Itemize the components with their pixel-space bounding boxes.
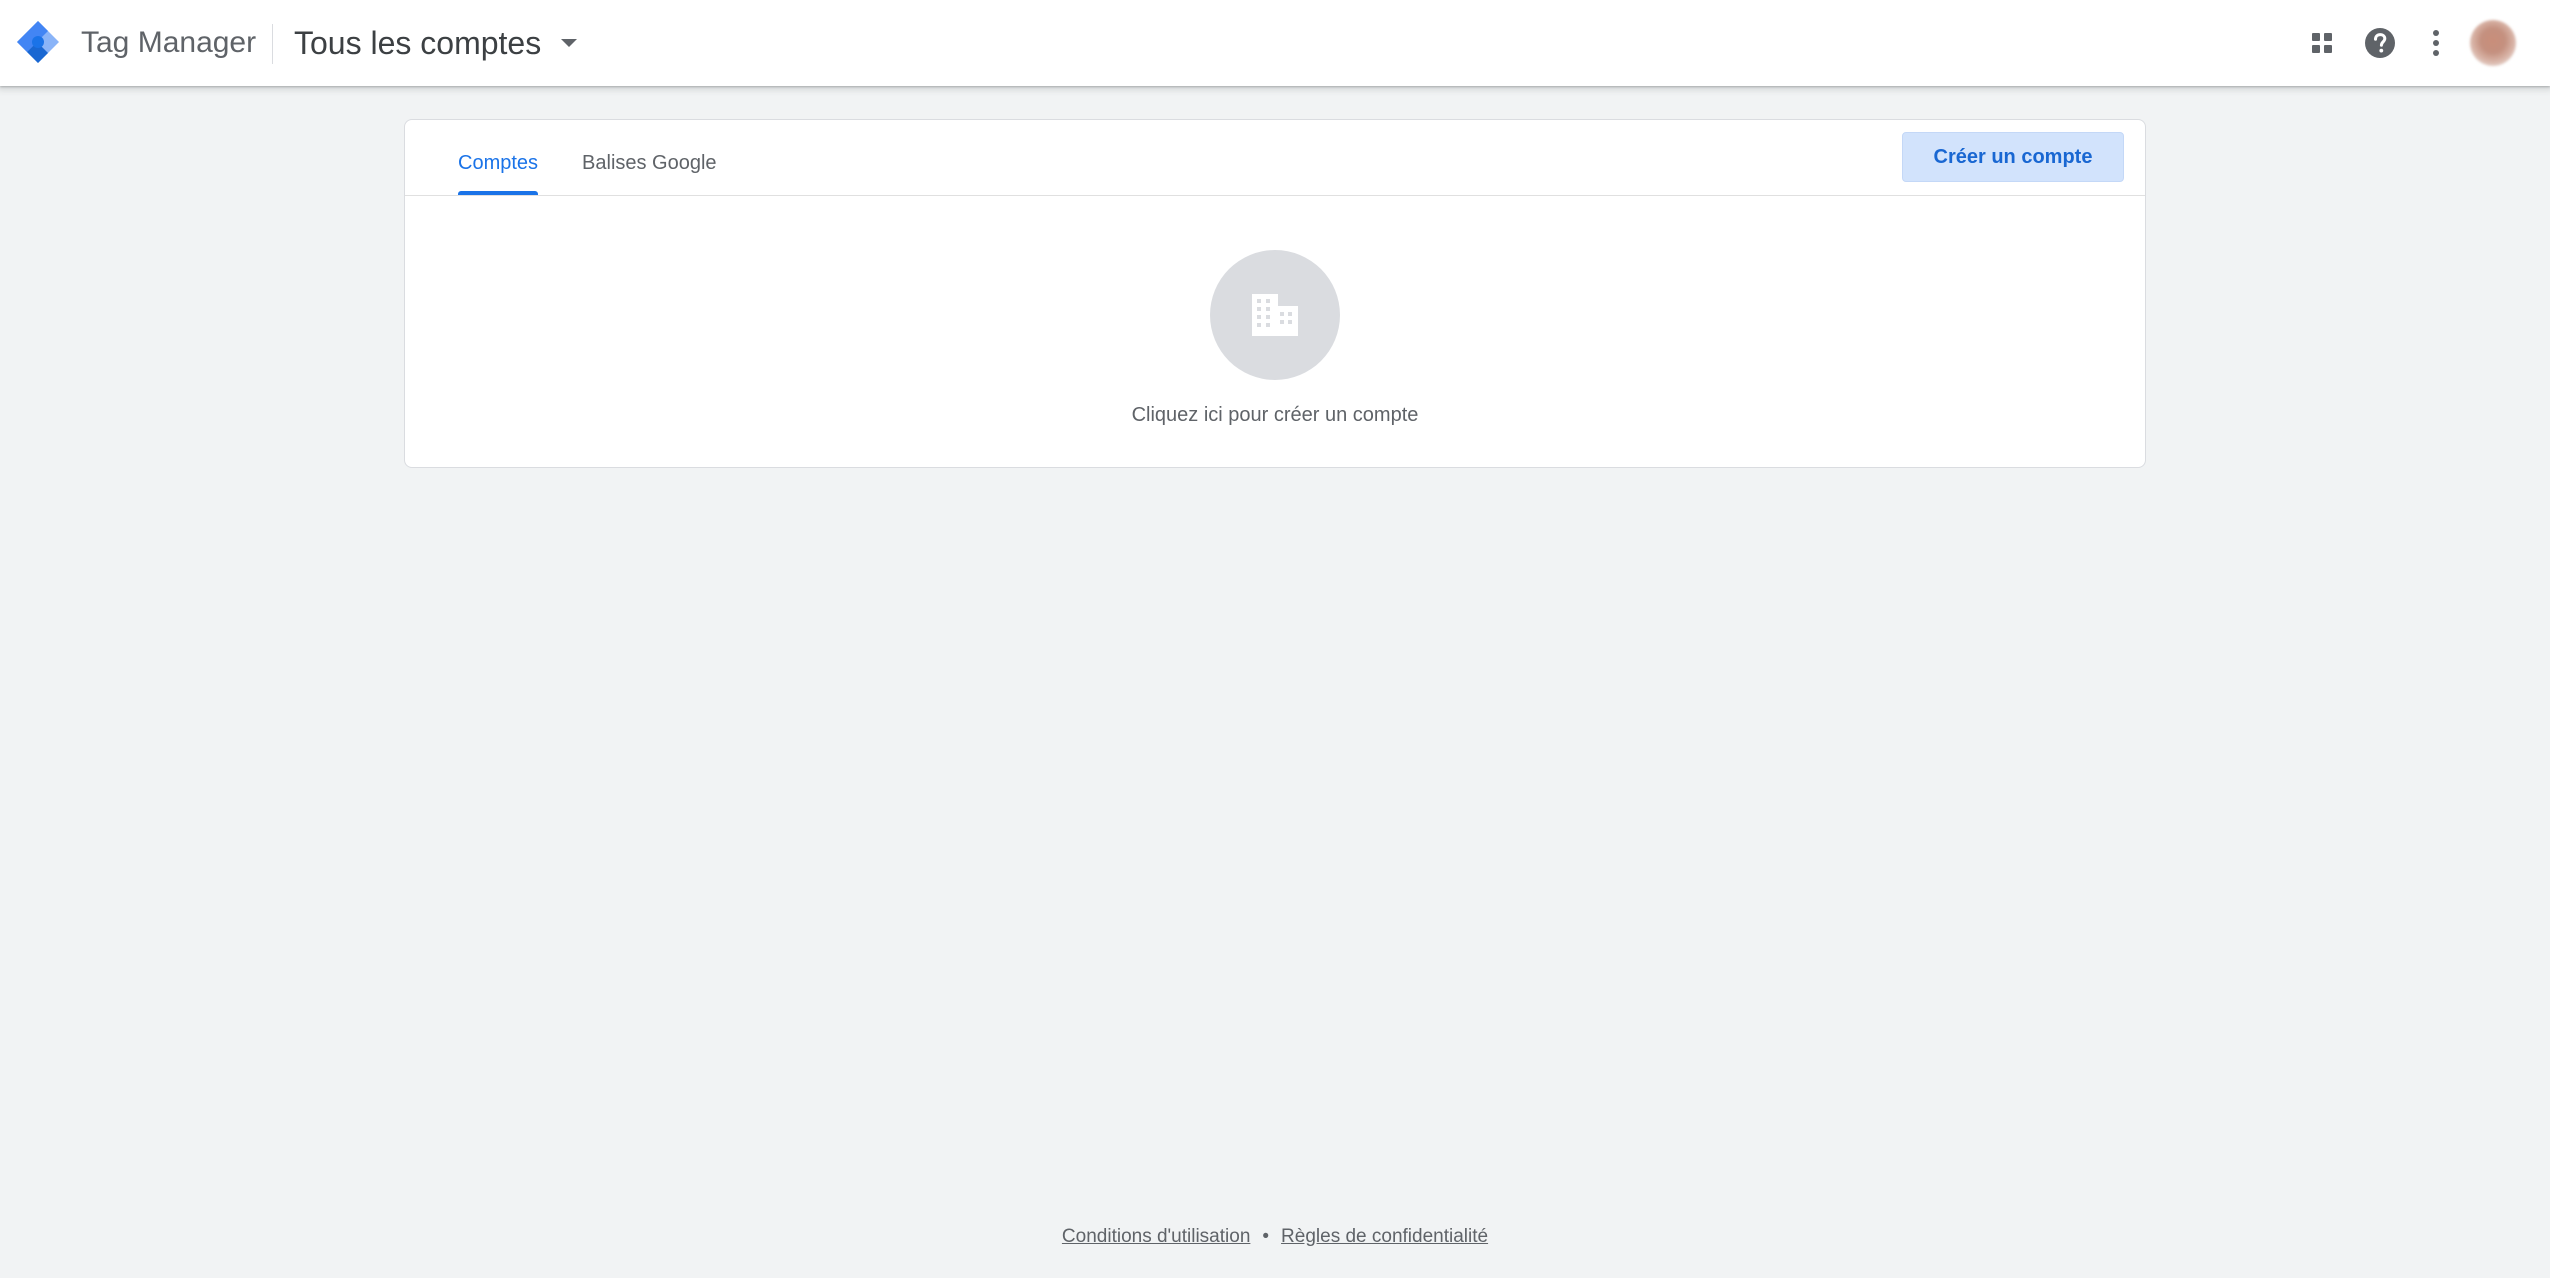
terms-link[interactable]: Conditions d'utilisation [1062,1226,1250,1248]
privacy-link[interactable]: Règles de confidentialité [1281,1226,1488,1248]
tab-comptes[interactable]: Comptes [458,120,539,195]
tab-bar: Comptes Balises Google [458,120,717,195]
account-switcher-label: Tous les comptes [294,24,542,61]
footer-separator: • [1262,1226,1270,1247]
tag-manager-logo-icon[interactable] [16,20,60,64]
accounts-card: Comptes Balises Google Créer un compte C… [404,119,2146,468]
building-icon[interactable] [1210,250,1340,380]
app-header: Tag Manager Tous les comptes [0,0,2550,86]
empty-state-create-account[interactable]: Cliquez ici pour créer un compte [405,250,2145,427]
avatar[interactable] [2470,20,2516,66]
tab-divider [405,195,2145,196]
create-account-button[interactable]: Créer un compte [1902,132,2124,182]
tab-balises-google[interactable]: Balises Google [582,120,717,195]
footer: Conditions d'utilisation • Règles de con… [0,1226,2550,1248]
header-divider [272,24,273,64]
apps-grid-icon[interactable] [2302,23,2342,63]
more-vert-icon[interactable] [2416,23,2456,63]
account-switcher[interactable]: Tous les comptes [294,20,578,66]
empty-state-label[interactable]: Cliquez ici pour créer un compte [1132,404,1419,427]
help-icon[interactable] [2360,23,2400,63]
caret-down-icon [561,39,578,47]
product-name[interactable]: Tag Manager [81,24,256,62]
